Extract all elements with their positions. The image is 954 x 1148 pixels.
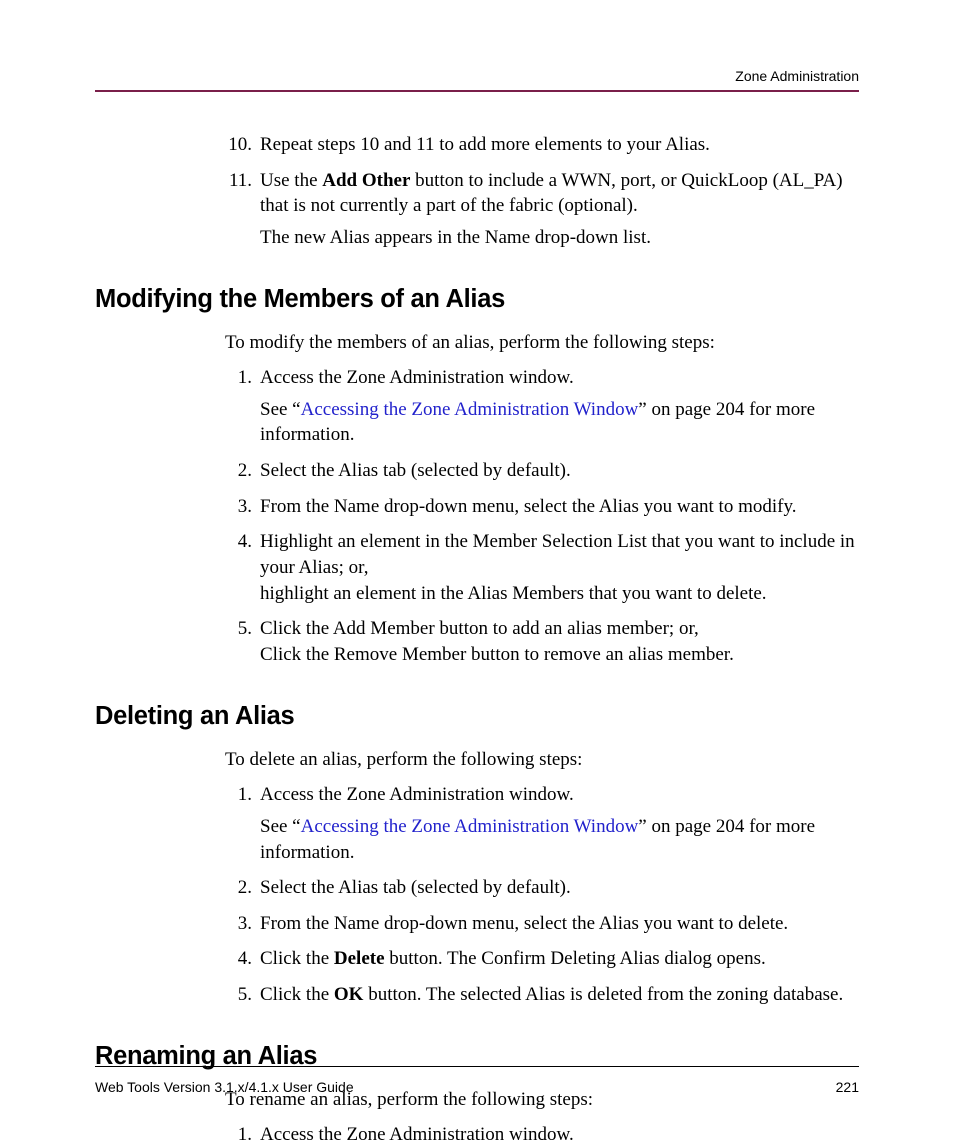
top-ordered-list: 10. Repeat steps 10 and 11 to add more e… (230, 132, 859, 251)
list-number: 5. (222, 616, 252, 642)
list-item: 2. Select the Alias tab (selected by def… (230, 458, 859, 484)
text-fragment: Use the (260, 170, 322, 191)
list-item: 3. From the Name drop-down menu, select … (230, 911, 859, 937)
list-text: Click the Remove Member button to remove… (260, 644, 734, 665)
list-item: 4. Highlight an element in the Member Se… (230, 529, 859, 606)
bold-text: Add Other (322, 170, 410, 191)
section1-list: 1. Access the Zone Administration window… (230, 365, 859, 667)
list-item: 1. Access the Zone Administration window… (230, 1122, 859, 1148)
list-text: From the Name drop-down menu, select the… (260, 496, 796, 517)
section-intro: To modify the members of an alias, perfo… (225, 330, 859, 356)
list-number: 11. (212, 168, 252, 194)
list-number: 3. (222, 911, 252, 937)
list-text: From the Name drop-down menu, select the… (260, 913, 788, 934)
followup-text: See “Accessing the Zone Administration W… (260, 397, 859, 448)
footer-right: 221 (836, 1079, 859, 1095)
list-text: Access the Zone Administration window. (260, 1124, 574, 1145)
followup-text: See “Accessing the Zone Administration W… (260, 814, 859, 865)
list-text: Use the Add Other button to include a WW… (260, 170, 843, 217)
section2-list: 1. Access the Zone Administration window… (230, 782, 859, 1007)
list-item: 4. Click the Delete button. The Confirm … (230, 946, 859, 972)
page: Zone Administration 10. Repeat steps 10 … (0, 0, 954, 1145)
list-number: 5. (222, 982, 252, 1008)
text-fragment: Click the (260, 948, 334, 969)
list-text: Click the Delete button. The Confirm Del… (260, 948, 766, 969)
top-rule (95, 90, 859, 92)
list-text: Repeat steps 10 and 11 to add more eleme… (260, 134, 710, 155)
list-number: 10. (212, 132, 252, 158)
cross-ref-link[interactable]: Accessing the Zone Administration Window (301, 816, 639, 837)
section-heading-modifying: Modifying the Members of an Alias (95, 285, 859, 314)
text-fragment: Click the (260, 984, 334, 1005)
footer-left: Web Tools Version 3.1.x/4.1.x User Guide (95, 1079, 354, 1095)
list-number: 1. (222, 782, 252, 808)
list-item: 10. Repeat steps 10 and 11 to add more e… (230, 132, 859, 158)
list-item: 1. Access the Zone Administration window… (230, 365, 859, 448)
text-fragment: See “ (260, 816, 301, 837)
list-text: Access the Zone Administration window. (260, 367, 574, 388)
cross-ref-link[interactable]: Accessing the Zone Administration Window (301, 399, 639, 420)
list-text: Select the Alias tab (selected by defaul… (260, 877, 571, 898)
list-number: 1. (222, 365, 252, 391)
text-fragment: button. The selected Alias is deleted fr… (363, 984, 843, 1005)
list-item: 5. Click the OK button. The selected Ali… (230, 982, 859, 1008)
list-text: Click the Add Member button to add an al… (260, 618, 699, 639)
list-number: 2. (222, 458, 252, 484)
list-number: 4. (222, 946, 252, 972)
list-text: highlight an element in the Alias Member… (260, 583, 767, 604)
section-heading-deleting: Deleting an Alias (95, 702, 859, 731)
list-text: Select the Alias tab (selected by defaul… (260, 460, 571, 481)
list-number: 3. (222, 494, 252, 520)
text-fragment: button. The Confirm Deleting Alias dialo… (385, 948, 766, 969)
section-intro: To delete an alias, perform the followin… (225, 747, 859, 773)
list-item: 2. Select the Alias tab (selected by def… (230, 875, 859, 901)
list-number: 1. (222, 1122, 252, 1148)
running-head: Zone Administration (95, 68, 859, 84)
list-number: 4. (222, 529, 252, 555)
list-text: Access the Zone Administration window. (260, 784, 574, 805)
section3-list: 1. Access the Zone Administration window… (230, 1122, 859, 1148)
list-item: 5. Click the Add Member button to add an… (230, 616, 859, 667)
list-item: 3. From the Name drop-down menu, select … (230, 494, 859, 520)
bold-text: Delete (334, 948, 385, 969)
content-area: 10. Repeat steps 10 and 11 to add more e… (95, 132, 859, 1148)
list-text: Click the OK button. The selected Alias … (260, 984, 843, 1005)
bottom-rule (95, 1066, 859, 1067)
text-fragment: See “ (260, 399, 301, 420)
followup-text: The new Alias appears in the Name drop-d… (260, 225, 859, 251)
list-number: 2. (222, 875, 252, 901)
footer: Web Tools Version 3.1.x/4.1.x User Guide… (95, 1079, 859, 1095)
list-item: 11. Use the Add Other button to include … (230, 168, 859, 251)
list-item: 1. Access the Zone Administration window… (230, 782, 859, 865)
list-text: Highlight an element in the Member Selec… (260, 531, 855, 578)
bold-text: OK (334, 984, 364, 1005)
